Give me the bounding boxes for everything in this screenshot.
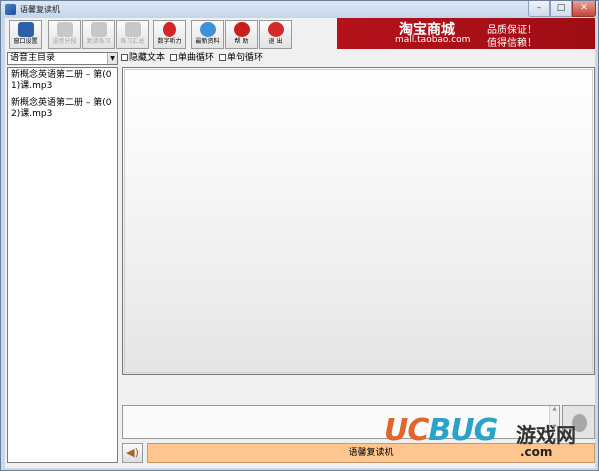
maximize-button[interactable]: □ [550,1,572,17]
checkbox-icon[interactable] [170,54,177,61]
directory-select[interactable]: 语音主目录 ▼ [7,52,118,65]
single-track-loop-checkbox[interactable]: 单曲循环 [170,52,214,65]
taobao-mall-banner[interactable]: 淘宝商城 mall.taobao.com 品质保证！ 值得信赖！ [337,18,595,49]
toolbar: 窗口设置 语音分段 复读练习 练习汇总 数字听力 最新资料 帮 助 退 出 淘宝… [5,18,595,50]
hide-text-label: 隐藏文本 [129,53,166,63]
file-list[interactable]: 新概念英语第二册 – 第(01)课.mp3 新概念英语第二册 – 第(02)课.… [7,67,118,463]
latest-materials-icon [199,22,216,37]
help-icon [233,22,250,37]
watermark-logo: UCBUG 游戏网 .com [384,407,594,467]
directory-select-value: 语音主目录 [10,53,56,63]
latest-materials-label: 最新资料 [195,38,220,45]
single-track-loop-label: 单曲循环 [178,53,215,63]
single-sentence-loop-label: 单句循环 [227,53,264,63]
close-button[interactable]: ✕ [572,1,596,17]
single-sentence-loop-checkbox[interactable]: 单句循环 [219,52,263,65]
repeat-practice-button[interactable]: 复读练习 [82,20,115,49]
app-icon [5,4,16,15]
title-bar[interactable]: 语馨复读机 – □ ✕ [1,1,598,18]
practice-summary-label: 练习汇总 [120,38,145,45]
audio-segment-label: 语音分段 [52,38,77,45]
lyrics-text-pane[interactable] [122,67,595,375]
checkbox-icon[interactable] [121,54,128,61]
digit-listening-icon [163,22,176,37]
list-item[interactable]: 新概念英语第二册 – 第(02)课.mp3 [8,96,117,124]
speaker-icon: ◀) [126,446,139,459]
digit-listening-label: 数字听力 [157,38,182,45]
watermark-brand: UCBUG [384,413,498,448]
window-settings-icon [17,22,34,37]
repeat-practice-icon [90,22,107,37]
checkbox-icon[interactable] [219,54,226,61]
exit-label: 退 出 [268,38,283,45]
audio-segment-button[interactable]: 语音分段 [48,20,81,49]
latest-materials-button[interactable]: 最新资料 [191,20,224,49]
text-pane-inner [124,69,593,373]
chevron-down-icon[interactable]: ▼ [107,53,117,64]
exit-icon [267,22,284,37]
help-button[interactable]: 帮 助 [225,20,258,49]
watermark-brand-b: BUG [428,413,498,448]
list-item[interactable]: 新概念英语第二册 – 第(01)课.mp3 [8,68,117,96]
window-settings-label: 窗口设置 [13,38,38,45]
watermark-brand-a: UC [384,413,429,448]
banner-slogan-2: 值得信赖！ [487,38,537,49]
hide-text-checkbox[interactable]: 隐藏文本 [121,52,165,65]
app-window: 语馨复读机 – □ ✕ 窗口设置 语音分段 复读练习 练习汇总 数字听力 最新资… [0,0,599,471]
exit-button[interactable]: 退 出 [259,20,292,49]
minimize-button[interactable]: – [528,1,550,17]
help-label: 帮 助 [234,38,249,45]
window-settings-button[interactable]: 窗口设置 [9,20,42,49]
client-area: 窗口设置 语音分段 复读练习 练习汇总 数字听力 最新资料 帮 助 退 出 淘宝… [5,18,595,468]
practice-summary-icon [124,22,141,37]
banner-url: mall.taobao.com [395,35,471,45]
digit-listening-button[interactable]: 数字听力 [153,20,186,49]
audio-segment-icon [56,22,73,37]
window-title: 语馨复读机 [20,5,60,14]
practice-summary-button[interactable]: 练习汇总 [116,20,149,49]
volume-button[interactable]: ◀) [122,443,143,463]
watermark-cn: 游戏网 [516,423,576,447]
watermark-domain: .com [520,445,553,459]
repeat-practice-label: 复读练习 [86,38,111,45]
